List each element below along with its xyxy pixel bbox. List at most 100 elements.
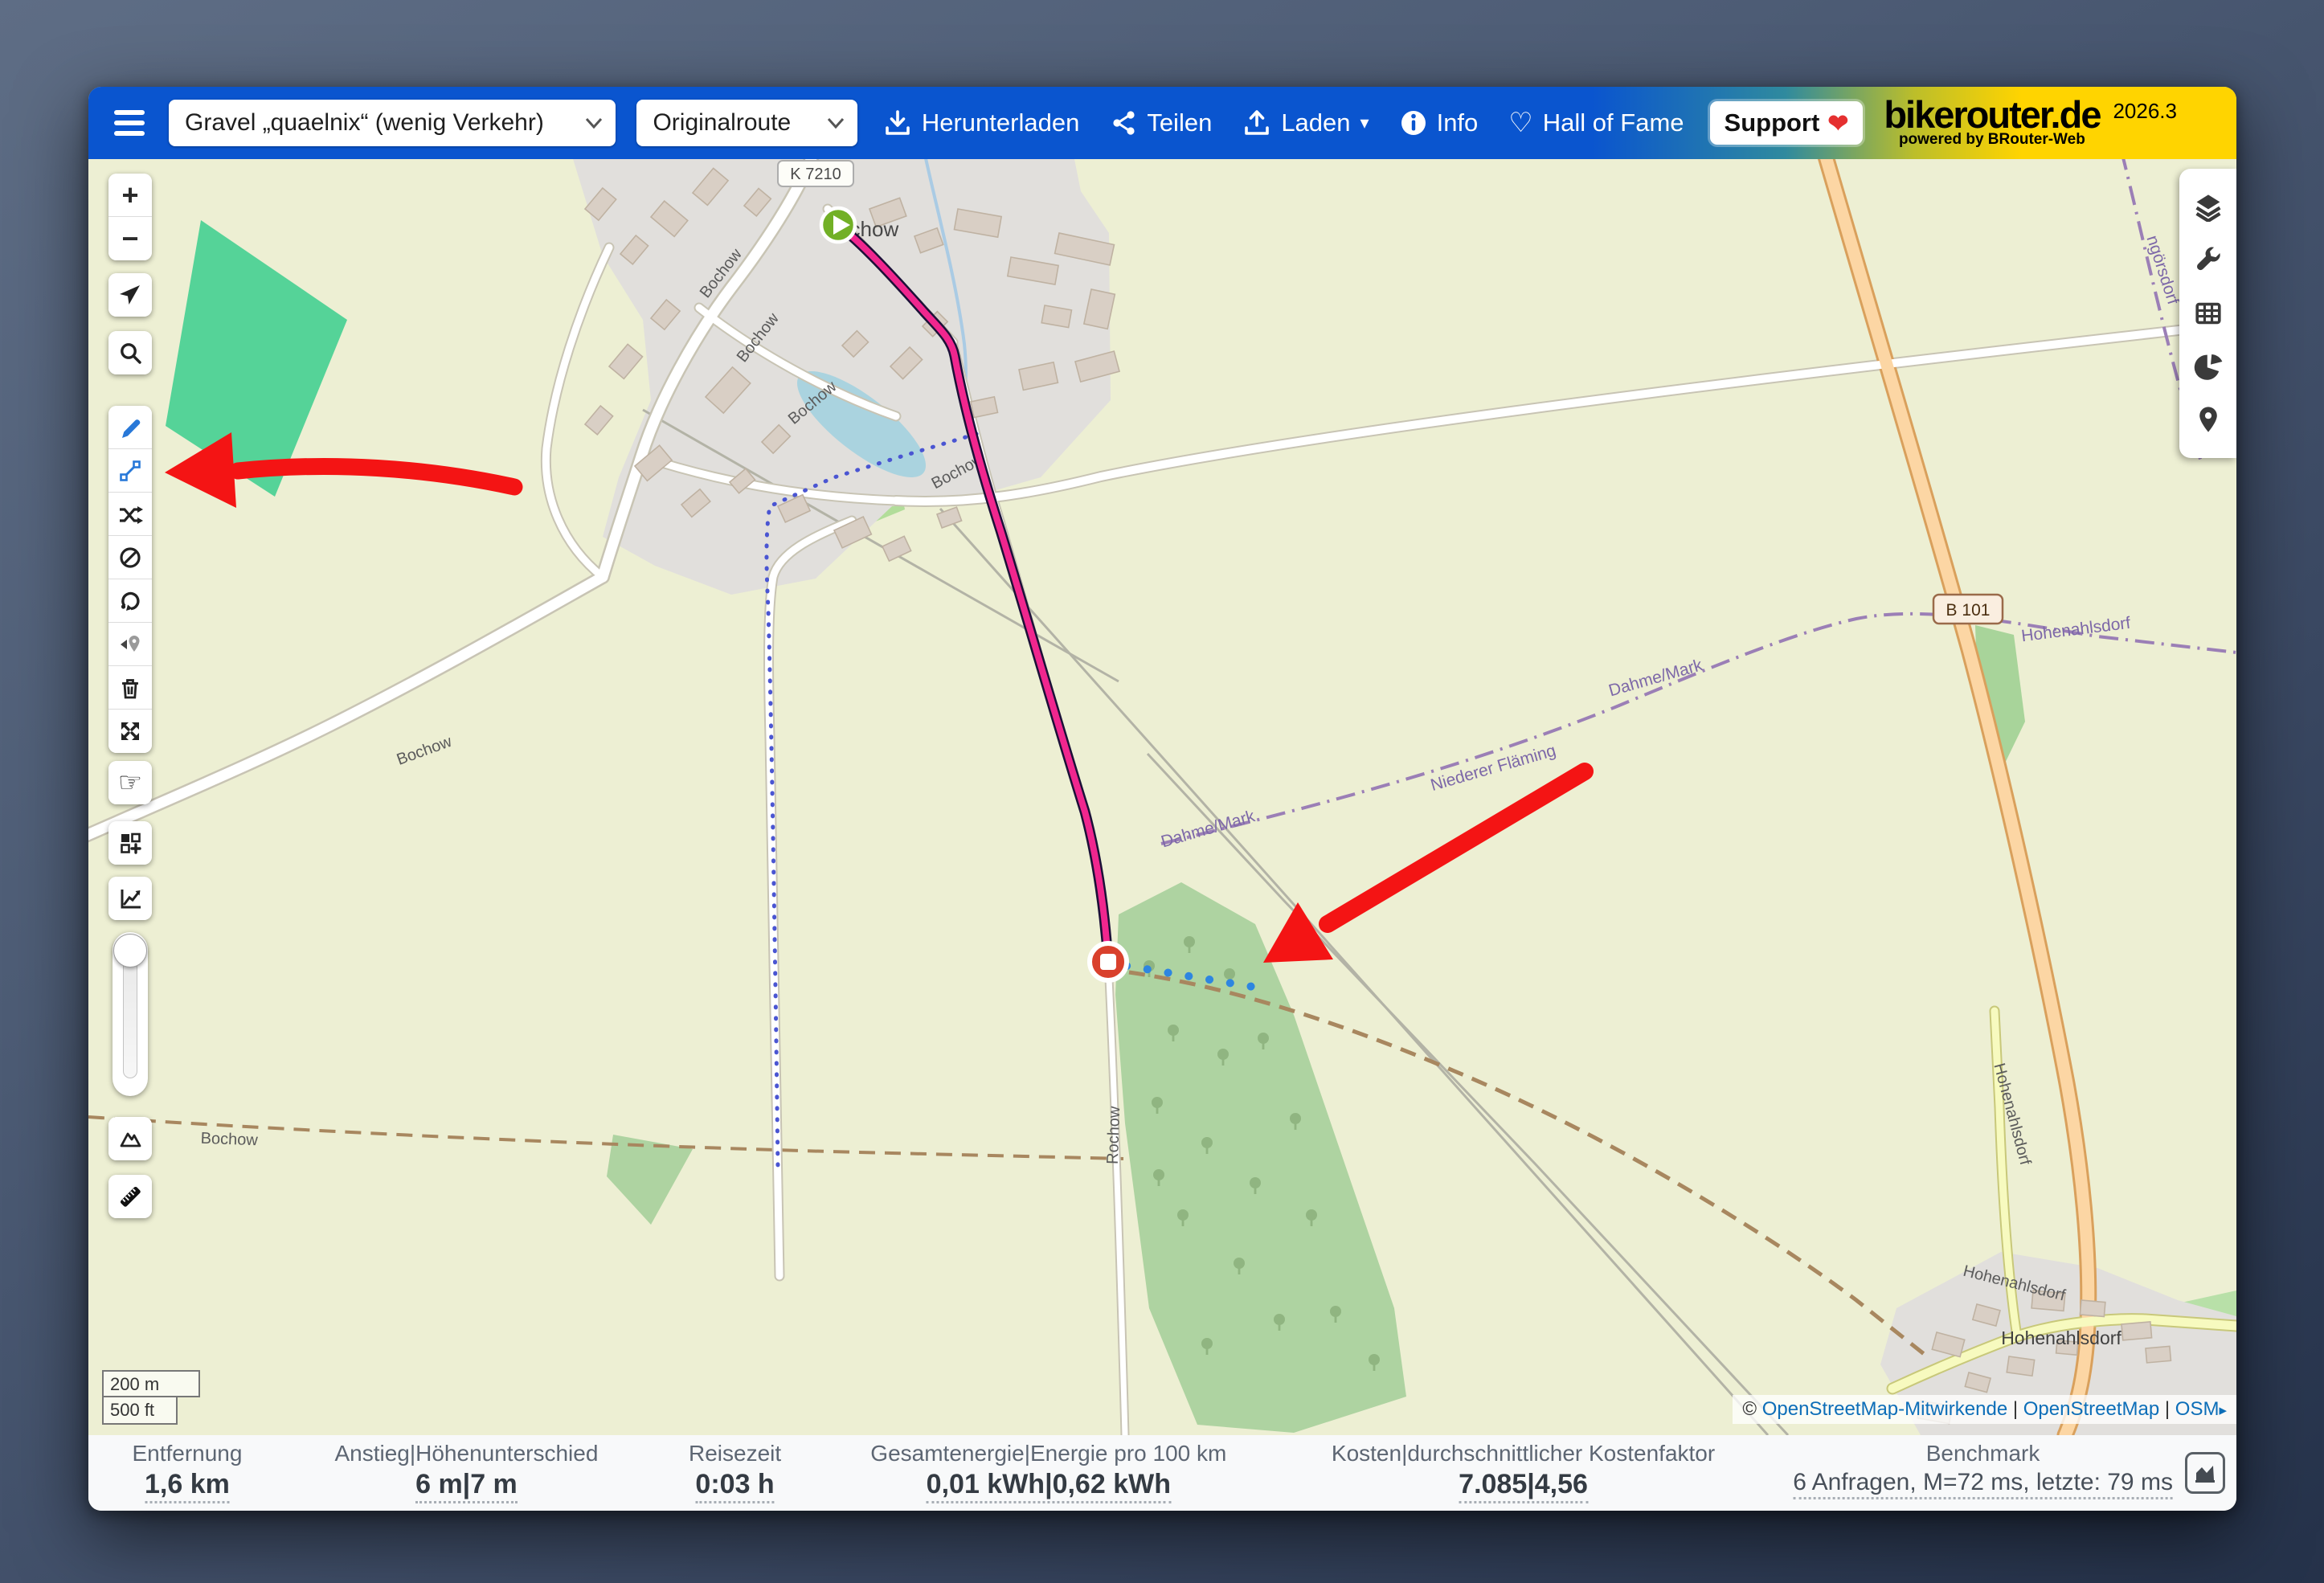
layers-tab-button[interactable]: [2194, 193, 2223, 222]
profile-select-value: Gravel „quaelnix“ (wenig Verkehr): [185, 109, 544, 137]
brand-logo[interactable]: bikerouter.de powered by BRouter-Web 202…: [1884, 97, 2214, 149]
scale-imperial: 500 ft: [102, 1397, 178, 1425]
stat-benchmark: Benchmark 6 Anfragen, M=72 ms, letzte: 7…: [1793, 1441, 2173, 1499]
scale-metric: 200 m: [102, 1370, 200, 1397]
brand-subtitle: powered by BRouter-Web: [1899, 131, 2085, 149]
fit-route-button[interactable]: [108, 710, 152, 753]
search-icon: [118, 341, 142, 365]
info-button[interactable]: Info: [1395, 108, 1483, 138]
plus-icon: +: [121, 181, 138, 210]
download-button[interactable]: Herunterladen: [878, 108, 1084, 138]
measure-button[interactable]: [108, 1175, 152, 1218]
brand-name: bikerouter.de: [1884, 97, 2100, 133]
hall-of-fame-label: Hall of Fame: [1543, 108, 1684, 137]
pointing-hand-icon: ☞: [118, 769, 142, 796]
nogo-button[interactable]: [108, 536, 152, 579]
edit-controls: [108, 406, 152, 753]
draw-route-button[interactable]: [108, 406, 152, 449]
wrench-icon: [2194, 246, 2223, 275]
heart-outline-icon: ♡: [1508, 109, 1532, 137]
mountain-icon: [118, 1127, 142, 1151]
measure-control: [108, 1175, 152, 1218]
add-layers-button[interactable]: [108, 821, 152, 865]
desktop-background: Gravel „quaelnix“ (wenig Verkehr) Origin…: [0, 0, 2324, 1583]
top-toolbar: Gravel „quaelnix“ (wenig Verkehr) Origin…: [88, 87, 2236, 159]
scale-control: 200 m 500 ft: [102, 1370, 200, 1425]
svg-text:K 7210: K 7210: [790, 166, 841, 183]
support-button[interactable]: Support ❤: [1710, 101, 1864, 145]
chevron-down-icon: [827, 117, 845, 129]
trash-icon: [118, 676, 142, 700]
hillshade-button[interactable]: [108, 1117, 152, 1160]
share-button[interactable]: Teilen: [1105, 108, 1217, 138]
load-button[interactable]: Laden ▾: [1238, 108, 1373, 138]
hamburger-menu-button[interactable]: [111, 105, 148, 141]
attribution-expand-icon[interactable]: ▸: [2219, 1402, 2227, 1419]
delete-route-button[interactable]: [108, 666, 152, 710]
road-ref-k7210: K 7210: [778, 161, 853, 186]
status-bar: Entfernung 1,6 km Anstieg|Höhenunterschi…: [88, 1435, 2236, 1511]
beeline-segment-button[interactable]: [108, 449, 152, 493]
pointer-control: ☞: [108, 761, 152, 804]
shuffle-icon: [117, 502, 143, 526]
settings-tab-button[interactable]: [2194, 246, 2223, 275]
stat-ascent: Anstieg|Höhenunterschied 6 m|7 m: [334, 1441, 598, 1503]
minus-icon: −: [121, 224, 138, 253]
elevation-panel-toggle-button[interactable]: [2185, 1452, 2225, 1494]
line-chart-icon: [118, 886, 142, 910]
download-label: Herunterladen: [922, 108, 1079, 137]
stat-cost: Kosten|durchschnittlicher Kostenfaktor 7…: [1332, 1441, 1715, 1503]
data-table-tab-button[interactable]: [2194, 299, 2223, 328]
slider-track[interactable]: [123, 951, 137, 1078]
hall-of-fame-button[interactable]: ♡ Hall of Fame: [1504, 108, 1688, 138]
osm-link[interactable]: OSM: [2175, 1398, 2220, 1420]
search-button[interactable]: [108, 331, 152, 374]
opacity-slider[interactable]: [113, 932, 148, 1096]
profile-select[interactable]: Gravel „quaelnix“ (wenig Verkehr): [169, 100, 616, 146]
route-end-marker[interactable]: [1090, 943, 1127, 980]
support-label: Support: [1725, 108, 1820, 137]
openstreetmap-link[interactable]: OpenStreetMap: [2023, 1398, 2159, 1420]
svg-text:Bochow: Bochow: [200, 1130, 258, 1149]
expand-arrows-icon: [118, 719, 142, 743]
squares-plus-icon: [118, 831, 142, 855]
pie-chart-icon: [2194, 352, 2223, 381]
roundtrip-button[interactable]: [108, 579, 152, 623]
hillshade-control: [108, 1117, 152, 1160]
zoom-control: + −: [108, 174, 152, 260]
custom-layers-control: [108, 821, 152, 865]
download-icon: [883, 108, 912, 137]
layers-icon: [2194, 193, 2223, 222]
route-variant-select[interactable]: Originalroute: [636, 100, 857, 146]
right-sidebar: [2179, 169, 2236, 458]
pois-tab-button[interactable]: [2194, 405, 2223, 434]
map-canvas[interactable]: Bochow Bochow Bochow Bochow Bochow Bocho…: [88, 159, 2236, 1435]
elevation-chart-button[interactable]: [108, 877, 152, 920]
copyright-symbol: ©: [1742, 1398, 1757, 1420]
via-point-button[interactable]: [108, 623, 152, 666]
map-attribution: © OpenStreetMap-Mitwirkende | OpenStreet…: [1733, 1395, 2236, 1424]
upload-icon: [1242, 108, 1271, 137]
locate-arrow-icon: [118, 283, 142, 307]
profile-chart-control: [108, 877, 152, 920]
osm-contributors-link[interactable]: OpenStreetMap-Mitwirkende: [1762, 1398, 2007, 1420]
info-icon: [1400, 109, 1427, 137]
svg-text:Rochow: Rochow: [1104, 1106, 1124, 1165]
road-ref-b101: B 101: [1933, 595, 2003, 624]
search-control: [108, 331, 152, 374]
loop-icon: [118, 589, 142, 613]
pointer-mode-button[interactable]: ☞: [108, 761, 152, 804]
bikerouter-window: Gravel „quaelnix“ (wenig Verkehr) Origin…: [88, 87, 2236, 1511]
route-start-marker[interactable]: [821, 208, 855, 242]
locate-control: [108, 273, 152, 317]
reroute-button[interactable]: [108, 493, 152, 536]
slider-thumb[interactable]: [113, 934, 147, 967]
load-label: Laden: [1281, 108, 1350, 137]
version-label: 2026.3: [2113, 99, 2177, 124]
statistics-tab-button[interactable]: [2194, 352, 2223, 381]
via-pin-icon: [118, 632, 142, 657]
svg-text:B 101: B 101: [1946, 601, 1991, 620]
zoom-in-button[interactable]: +: [108, 174, 152, 217]
locate-button[interactable]: [108, 273, 152, 317]
zoom-out-button[interactable]: −: [108, 217, 152, 260]
